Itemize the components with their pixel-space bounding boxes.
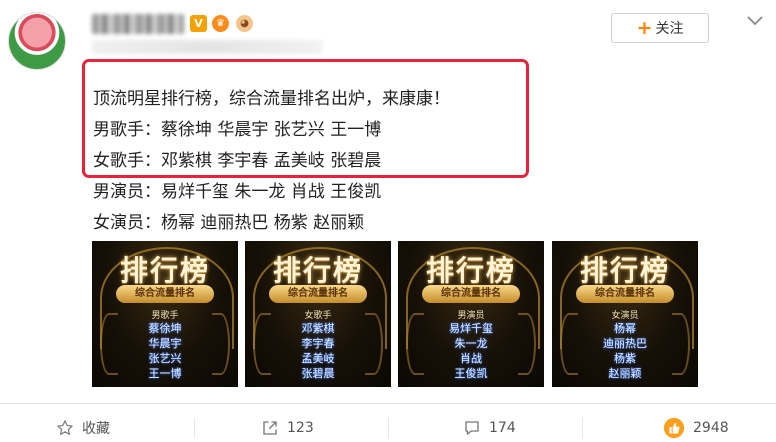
- like-button[interactable]: 2948: [663, 416, 729, 440]
- comment-button[interactable]: 174: [463, 416, 516, 440]
- thumb-name: 李宇春: [301, 337, 335, 350]
- thumb-name: 迪丽热巴: [603, 337, 647, 350]
- thumb-name: 邓紫棋: [301, 322, 335, 335]
- chevron-down-icon[interactable]: [744, 14, 766, 28]
- favorite-button[interactable]: 收藏: [56, 416, 110, 440]
- thumb-name: 赵丽颖: [608, 367, 642, 380]
- image-thumbnail[interactable]: 排行榜 综合流量排名 女歌手 邓紫棋 李宇春 孟美岐 张碧晨: [245, 241, 391, 387]
- username-redacted[interactable]: [92, 14, 184, 34]
- thumb-name: 肖战: [460, 352, 482, 365]
- share-count: 123: [287, 420, 314, 436]
- thumb-name: 易烊千玺: [449, 322, 493, 335]
- thumb-names: 杨幂 迪丽热巴 杨紫 赵丽颖: [552, 321, 698, 381]
- image-thumbnail[interactable]: 排行榜 综合流量排名 男演员 易烊千玺 朱一龙 肖战 王俊凯: [398, 241, 544, 387]
- image-thumbnail[interactable]: 排行榜 综合流量排名 女演员 杨幂 迪丽热巴 杨紫 赵丽颖: [552, 241, 698, 387]
- plus-icon: +: [636, 16, 653, 39]
- thumb-title: 排行榜: [119, 254, 210, 287]
- thumb-category: 女歌手: [304, 311, 332, 321]
- thumb-category: 女演员: [611, 311, 639, 321]
- thumb-name: 王俊凯: [454, 367, 488, 380]
- thumb-title: 排行榜: [579, 254, 670, 287]
- thumb-name: 张艺兴: [148, 352, 182, 365]
- thumb-name: 朱一龙: [454, 337, 488, 350]
- avatar[interactable]: [8, 12, 66, 70]
- thumb-banner: 综合流量排名: [116, 285, 214, 303]
- star-icon: [56, 419, 74, 437]
- thumb-names: 邓紫棋 李宇春 孟美岐 张碧晨: [245, 321, 391, 381]
- post-meta-redacted: [92, 40, 322, 54]
- monkey-badge-icon: ◕: [236, 15, 253, 32]
- thumb-name: 杨紫: [614, 352, 636, 365]
- action-separator: [388, 418, 389, 438]
- thumb-title: 排行榜: [272, 254, 363, 287]
- crown-badge-icon: ♛: [212, 15, 229, 32]
- thumb-title: 排行榜: [425, 254, 516, 287]
- thumb-name: 华晨宇: [148, 337, 182, 350]
- thumb-banner: 综合流量排名: [576, 285, 674, 303]
- action-separator: [194, 418, 195, 438]
- thumb-name: 杨幂: [614, 322, 636, 335]
- follow-label: 关注: [655, 21, 684, 37]
- post-line-female-actors: 女演员：杨幂 迪丽热巴 杨紫 赵丽颖: [93, 213, 365, 233]
- share-icon: [261, 419, 279, 437]
- share-button[interactable]: 123: [261, 416, 314, 440]
- thumb-category: 男歌手: [151, 311, 179, 321]
- action-bar-divider: [0, 403, 776, 404]
- comment-count: 174: [489, 420, 516, 436]
- like-count: 2948: [693, 420, 729, 436]
- thumb-banner: 综合流量排名: [422, 285, 520, 303]
- thumb-name: 蔡徐坤: [148, 322, 182, 335]
- action-separator: [582, 418, 583, 438]
- thumb-name: 孟美岐: [301, 352, 335, 365]
- favorite-label: 收藏: [82, 421, 110, 437]
- thumbs-up-icon: [663, 417, 685, 439]
- thumb-name: 张碧晨: [301, 367, 335, 380]
- image-thumbnail[interactable]: 排行榜 综合流量排名 男歌手 蔡徐坤 华晨宇 张艺兴 王一博: [92, 241, 238, 387]
- thumb-name: 王一博: [148, 367, 182, 380]
- follow-button[interactable]: + 关注: [611, 13, 709, 43]
- thumb-banner: 综合流量排名: [269, 285, 367, 303]
- post-line-male-actors: 男演员：易烊千玺 朱一龙 肖战 王俊凯: [93, 182, 382, 202]
- thumb-category: 男演员: [457, 311, 485, 321]
- verified-badge-icon: V: [190, 15, 207, 32]
- comment-icon: [463, 419, 481, 437]
- thumb-names: 蔡徐坤 华晨宇 张艺兴 王一博: [92, 321, 238, 381]
- thumb-names: 易烊千玺 朱一龙 肖战 王俊凯: [398, 321, 544, 381]
- highlight-annotation-box: [82, 59, 529, 178]
